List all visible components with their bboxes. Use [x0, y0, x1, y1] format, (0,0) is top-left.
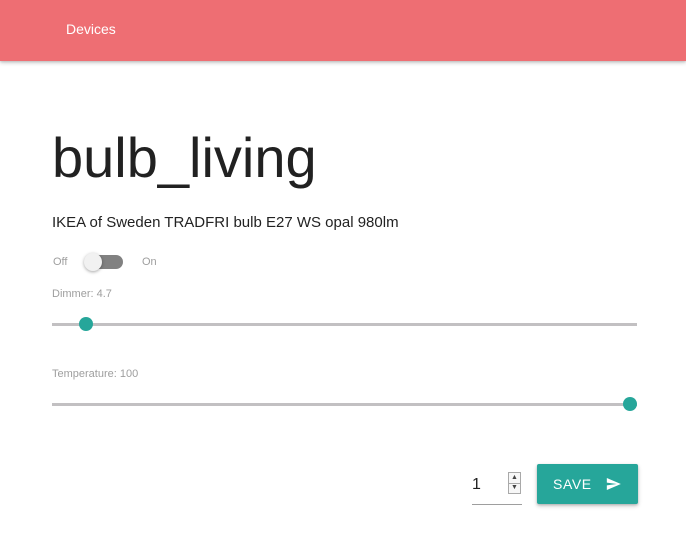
save-button[interactable]: SAVE	[537, 464, 638, 504]
power-switch-knob[interactable]	[84, 253, 102, 271]
spinner-down-icon[interactable]: ▼	[509, 483, 520, 493]
device-name: bulb_living	[52, 126, 317, 189]
number-spinner[interactable]: ▲ ▼	[508, 472, 521, 494]
send-icon	[606, 478, 621, 490]
dimmer-slider-thumb[interactable]	[78, 317, 93, 331]
device-model: IKEA of Sweden TRADFRI bulb E27 WS opal …	[52, 214, 399, 231]
switch-on-label: On	[142, 256, 157, 268]
transition-number-value[interactable]: 1	[472, 475, 481, 495]
temperature-slider[interactable]	[52, 397, 637, 411]
top-navbar: Devices	[0, 0, 686, 61]
dimmer-label: Dimmer: 4.7	[52, 288, 112, 300]
nav-link-devices[interactable]: Devices	[66, 20, 116, 38]
switch-off-label: Off	[53, 256, 68, 268]
temperature-slider-thumb[interactable]	[623, 397, 637, 411]
save-button-label: SAVE	[553, 476, 592, 492]
power-switch[interactable]	[84, 253, 123, 271]
transition-number-input[interactable]: 1 ▲ ▼	[472, 470, 522, 505]
temperature-label: Temperature: 100	[52, 368, 139, 380]
dimmer-slider[interactable]	[52, 317, 637, 331]
